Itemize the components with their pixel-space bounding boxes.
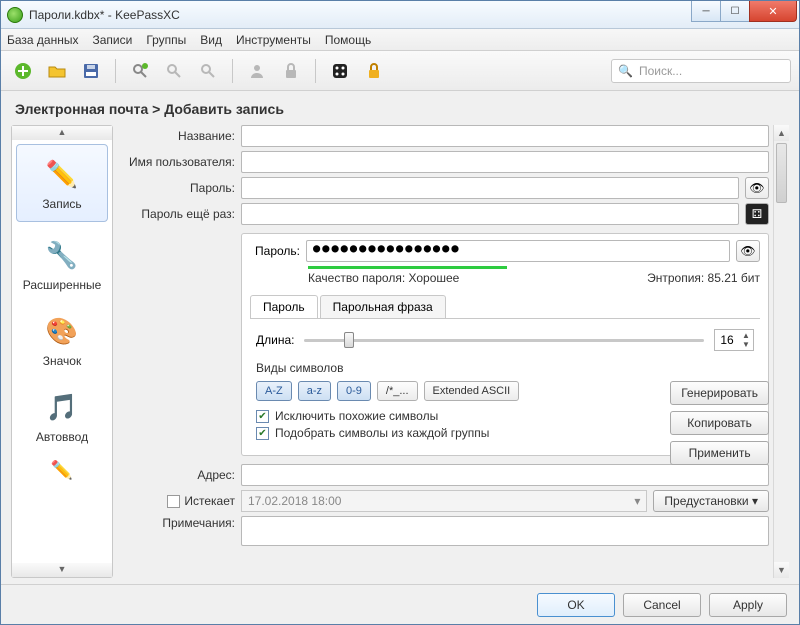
chk-eachgroup[interactable]: ✔ xyxy=(256,427,269,440)
category-sidebar: ▲ ✏️ Запись 🔧 Расширенные 🎨 Значок 🎵 Авт… xyxy=(11,125,113,578)
toolbar: 🔍 Поиск... xyxy=(1,51,799,91)
pencil-icon: ✏️ xyxy=(45,157,79,191)
maximize-button[interactable] xyxy=(720,1,750,22)
toggle-upper[interactable]: A-Z xyxy=(256,381,292,401)
chk-exclude[interactable]: ✔ xyxy=(256,410,269,423)
dice-small-icon: ⚃ xyxy=(752,207,762,221)
chevron-down-icon: ▾ xyxy=(634,494,640,508)
menu-groups[interactable]: Группы xyxy=(146,33,186,47)
quality-label: Качество пароля: Хорошее xyxy=(308,271,459,285)
dialog-footer: OK Cancel Apply xyxy=(1,584,799,624)
generate-password-button[interactable]: ⚃ xyxy=(745,203,769,225)
gen-password-label: Пароль: xyxy=(250,244,300,258)
ok-button[interactable]: OK xyxy=(537,593,615,617)
form-scrollbar[interactable]: ▲▼ xyxy=(773,125,789,578)
menu-entries[interactable]: Записи xyxy=(92,33,132,47)
menu-database[interactable]: База данных xyxy=(7,33,78,47)
copy-user-icon[interactable] xyxy=(243,57,271,85)
window-title: Пароли.kdbx* - KeePassXC xyxy=(29,8,692,22)
expires-label: Истекает xyxy=(184,494,235,508)
copy-password-icon[interactable] xyxy=(277,57,305,85)
tab-password[interactable]: Пароль xyxy=(250,295,318,318)
eye-icon: 👁 xyxy=(740,244,755,258)
username-input[interactable] xyxy=(241,151,769,173)
search-input[interactable]: 🔍 Поиск... xyxy=(611,59,791,83)
app-icon xyxy=(7,7,23,23)
breadcrumb: Электронная почта > Добавить запись xyxy=(11,99,789,125)
gen-password-field[interactable]: ●●●●●●●●●●●●●●●● xyxy=(306,240,730,262)
new-db-icon[interactable] xyxy=(9,57,37,85)
url-label: Адрес: xyxy=(119,468,235,482)
tab-passphrase[interactable]: Парольная фраза xyxy=(320,295,446,318)
repeat-label: Пароль ещё раз: xyxy=(119,207,235,221)
edit-entry-icon[interactable] xyxy=(160,57,188,85)
cancel-button[interactable]: Cancel xyxy=(623,593,701,617)
sidenav-autotype[interactable]: 🎵 Автоввод xyxy=(12,378,112,454)
length-spinner[interactable]: 16▲▼ xyxy=(714,329,754,351)
titlebar: Пароли.kdbx* - KeePassXC xyxy=(1,1,799,29)
palette-icon: 🎨 xyxy=(45,314,79,348)
generate-button[interactable]: Генерировать xyxy=(670,381,769,405)
username-label: Имя пользователя: xyxy=(119,155,235,169)
entropy-label: Энтропия: 85.21 бит xyxy=(647,271,760,285)
wrench-icon: 🔧 xyxy=(45,238,79,272)
url-input[interactable] xyxy=(241,464,769,486)
sidenav-advanced[interactable]: 🔧 Расширенные xyxy=(12,226,112,302)
toggle-digits[interactable]: 0-9 xyxy=(337,381,371,401)
expires-checkbox[interactable] xyxy=(167,495,180,508)
notes-input[interactable] xyxy=(241,516,769,546)
length-label: Длина: xyxy=(256,333,294,347)
minimize-button[interactable] xyxy=(691,1,721,22)
copy-button[interactable]: Копировать xyxy=(670,411,769,435)
expires-input[interactable]: 17.02.2018 18:00 ▾ xyxy=(241,490,647,512)
title-input[interactable] xyxy=(241,125,769,147)
gen-show-button[interactable]: 👁 xyxy=(736,240,760,262)
toggle-extended[interactable]: Extended ASCII xyxy=(424,381,520,401)
menu-tools[interactable]: Инструменты xyxy=(236,33,311,47)
note-icon: 🎵 xyxy=(45,390,79,424)
sidenav-more[interactable]: ✏️ xyxy=(12,454,112,486)
entry-form: ▲▼ Название: Имя пользователя: Пароль: 👁… xyxy=(119,125,789,578)
apply-button[interactable]: Apply xyxy=(709,593,787,617)
presets-button[interactable]: Предустановки ▾ xyxy=(653,490,769,512)
binoculars-icon: 🔍 xyxy=(618,64,633,78)
lock-icon[interactable] xyxy=(360,57,388,85)
menu-help[interactable]: Помощь xyxy=(325,33,371,47)
password-label: Пароль: xyxy=(119,181,235,195)
menu-view[interactable]: Вид xyxy=(200,33,222,47)
toggle-special[interactable]: /*_... xyxy=(377,381,418,401)
pencil2-icon: ✏️ xyxy=(45,460,79,480)
sidebar-scroll-down[interactable]: ▼ xyxy=(12,563,112,577)
eye-icon: 👁 xyxy=(749,181,764,195)
search-placeholder: Поиск... xyxy=(639,64,682,78)
open-db-icon[interactable] xyxy=(43,57,71,85)
dice-icon[interactable] xyxy=(326,57,354,85)
password-input[interactable] xyxy=(241,177,739,199)
show-password-button[interactable]: 👁 xyxy=(745,177,769,199)
length-slider[interactable] xyxy=(304,330,704,350)
sidebar-scroll-up[interactable]: ▲ xyxy=(12,126,112,140)
sidenav-entry[interactable]: ✏️ Запись xyxy=(16,144,108,222)
new-entry-icon[interactable] xyxy=(126,57,154,85)
sidenav-icon[interactable]: 🎨 Значок xyxy=(12,302,112,378)
repeat-input[interactable] xyxy=(241,203,739,225)
app-window: Пароли.kdbx* - KeePassXC База данных Зап… xyxy=(0,0,800,625)
apply-gen-button[interactable]: Применить xyxy=(670,441,769,465)
toggle-lower[interactable]: a-z xyxy=(298,381,331,401)
chartypes-label: Виды символов xyxy=(256,361,754,375)
title-label: Название: xyxy=(119,129,235,143)
notes-label: Примечания: xyxy=(119,516,235,530)
save-db-icon[interactable] xyxy=(77,57,105,85)
menubar: База данных Записи Группы Вид Инструмент… xyxy=(1,29,799,51)
close-button[interactable] xyxy=(749,1,797,22)
delete-entry-icon[interactable] xyxy=(194,57,222,85)
